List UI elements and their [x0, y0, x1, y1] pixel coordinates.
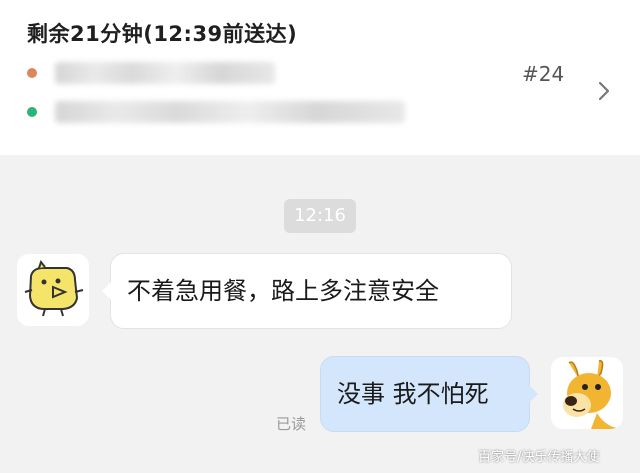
chick-avatar-icon: [17, 254, 89, 326]
merchant-dot-icon: [27, 68, 37, 78]
chevron-right-icon[interactable]: [593, 80, 615, 102]
order-number: #24: [522, 62, 565, 86]
order-title: 剩余21分钟(12:39前送达): [27, 22, 298, 46]
message-bubble-sent[interactable]: 没事 我不怕死: [320, 356, 538, 432]
chat-timestamp: 12:16: [284, 199, 356, 233]
order-card[interactable]: 剩余21分钟(12:39前送达) #24: [0, 0, 640, 155]
message-bubble-received[interactable]: 不着急用餐，路上多注意安全: [102, 253, 512, 329]
kangaroo-avatar-icon: [551, 357, 623, 429]
rider-avatar[interactable]: [17, 254, 89, 326]
blurred-customer-address: [55, 101, 405, 123]
user-avatar[interactable]: [551, 357, 623, 429]
read-status: 已读: [276, 415, 307, 433]
watermark: 百家号/快乐传播大使: [478, 450, 600, 465]
customer-dot-icon: [27, 107, 37, 117]
blurred-merchant-address: [55, 62, 275, 84]
